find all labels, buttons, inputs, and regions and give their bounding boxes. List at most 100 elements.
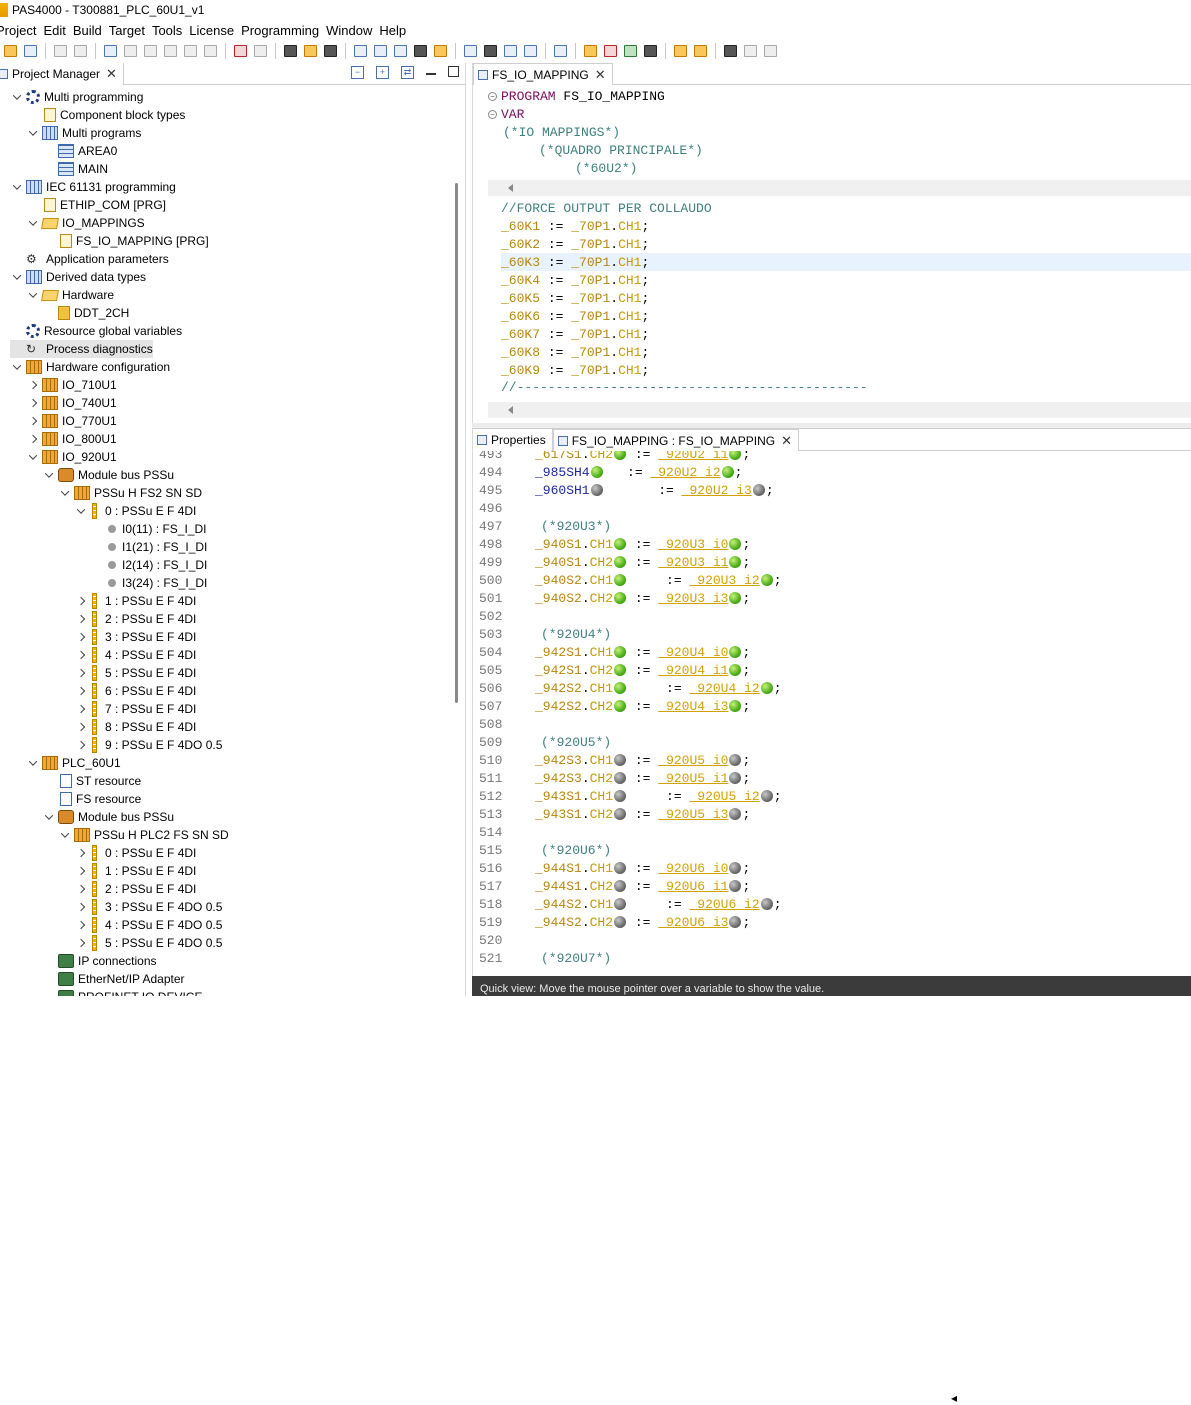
monitor-icon[interactable] xyxy=(482,43,499,59)
tree-item[interactable]: ⚙ Application parameters xyxy=(10,250,169,268)
chevron-down-icon[interactable] xyxy=(74,502,88,520)
connection-icon[interactable] xyxy=(642,43,659,59)
clean-icon[interactable] xyxy=(252,43,269,59)
chevron-right-icon[interactable] xyxy=(74,664,88,682)
online-assignment-line[interactable]: _942S3.CH2 := _920U5_i1; xyxy=(535,771,750,786)
tree-item[interactable]: 6 : PSSu E F 4DI xyxy=(74,682,196,700)
editor-hscroll[interactable] xyxy=(488,402,1191,418)
chevron-right-icon[interactable] xyxy=(74,592,88,610)
assignment-line[interactable]: _60K2 := _70P1.CH1; xyxy=(501,236,649,254)
online-assignment-line[interactable]: _944S1.CH2 := _920U6_i1; xyxy=(535,879,750,894)
minimize-icon[interactable] xyxy=(426,66,436,75)
comment-line[interactable]: (*IO MAPPINGS*) xyxy=(503,124,620,142)
tree-item[interactable]: 0 : PSSu E F 4DI xyxy=(74,844,196,862)
assignment-line[interactable]: _60K8 := _70P1.CH1; xyxy=(501,344,649,362)
chevron-down-icon[interactable] xyxy=(26,286,40,304)
redo-icon[interactable] xyxy=(202,43,219,59)
chevron-down-icon[interactable] xyxy=(10,88,24,106)
menu-license[interactable]: License xyxy=(189,23,241,38)
tree-item[interactable]: Derived data types xyxy=(10,268,146,286)
assignment-line[interactable]: _60K7 := _70P1.CH1; xyxy=(501,326,649,344)
menu-edit[interactable]: Edit xyxy=(43,23,72,38)
tree-item[interactable]: I0(11) : FS_I_DI xyxy=(90,520,206,538)
assignment-line[interactable]: _60K9 := _70P1.CH1; xyxy=(501,362,649,380)
chevron-right-icon[interactable] xyxy=(74,682,88,700)
menu-project[interactable]: Project xyxy=(0,23,43,38)
tree-item[interactable]: 9 : PSSu E F 4DO 0.5 xyxy=(74,736,222,754)
tree-item[interactable]: PLC_60U1 xyxy=(26,754,121,772)
copy-icon[interactable] xyxy=(142,43,159,59)
tree-item[interactable]: 2 : PSSu E F 4DI xyxy=(74,610,196,628)
assignment-line[interactable]: _60K1 := _70P1.CH1; xyxy=(501,218,649,236)
binary-icon[interactable] xyxy=(282,43,299,59)
tree-item[interactable]: IO_770U1 xyxy=(26,412,117,430)
tree-item[interactable]: I3(24) : FS_I_DI xyxy=(90,574,207,592)
collapse-all-icon[interactable]: − xyxy=(351,66,364,79)
comment-line[interactable]: (*60U2*) xyxy=(575,160,637,178)
online-assignment-line[interactable]: _942S2.CH1 := _920U4_i2; xyxy=(535,681,782,696)
chevron-down-icon[interactable] xyxy=(58,484,72,502)
save-all-icon[interactable] xyxy=(72,43,89,59)
comment-line[interactable]: (*920U5*) xyxy=(541,735,611,750)
link-editor-icon[interactable]: ⇄ xyxy=(401,66,414,79)
tree-item[interactable]: Hardware configuration xyxy=(10,358,170,376)
download-icon[interactable] xyxy=(302,43,319,59)
online-assignment-line[interactable]: _940S2.CH2 := _920U3_i3; xyxy=(535,591,750,606)
tree-item[interactable]: Resource global variables xyxy=(10,322,182,340)
var-keyword[interactable]: VAR xyxy=(501,106,524,124)
tree-item[interactable]: Hardware xyxy=(26,286,114,304)
chevron-right-icon[interactable] xyxy=(74,718,88,736)
tree-item[interactable]: 7 : PSSu E F 4DI xyxy=(74,700,196,718)
online-tab[interactable]: FS_IO_MAPPING : FS_IO_MAPPING ✕ xyxy=(552,429,799,451)
menu-help[interactable]: Help xyxy=(379,23,413,38)
menu-tools[interactable]: Tools xyxy=(152,23,189,38)
tree-item[interactable]: 0 : PSSu E F 4DI xyxy=(74,502,196,520)
menu-build[interactable]: Build xyxy=(73,23,109,38)
tree-item[interactable]: I2(14) : FS_I_DI xyxy=(90,556,207,574)
tree-item[interactable]: FS_IO_MAPPING [PRG] xyxy=(42,232,209,250)
comment-line[interactable]: (*QUADRO PRINCIPALE*) xyxy=(539,142,703,160)
variables-icon[interactable] xyxy=(622,43,639,59)
chevron-right-icon[interactable] xyxy=(74,610,88,628)
program-declaration[interactable]: PROGRAM FS_IO_MAPPING xyxy=(501,88,665,106)
tree-item[interactable]: Component block types xyxy=(26,106,185,124)
tree-scrollbar[interactable] xyxy=(455,183,458,703)
tree-item[interactable]: IO_740U1 xyxy=(26,394,117,412)
tree-item[interactable]: IO_710U1 xyxy=(26,376,117,394)
tree-item[interactable]: IP connections xyxy=(42,952,157,970)
tree-item[interactable]: 3 : PSSu E F 4DO 0.5 xyxy=(74,898,222,916)
force-comment[interactable]: //FORCE OUTPUT PER COLLAUDO xyxy=(501,200,712,218)
tree-item[interactable]: 4 : PSSu E F 4DO 0.5 xyxy=(74,916,222,934)
tree-item[interactable]: 2 : PSSu E F 4DI xyxy=(74,880,196,898)
diagnostics-icon[interactable] xyxy=(602,43,619,59)
paste-icon[interactable] xyxy=(162,43,179,59)
chevron-right-icon[interactable] xyxy=(74,736,88,754)
online-assignment-line[interactable]: _944S2.CH1 := _920U6_i2; xyxy=(535,897,782,912)
chevron-down-icon[interactable] xyxy=(26,124,40,142)
tree-item[interactable]: MAIN xyxy=(42,160,108,178)
assignment-line[interactable]: _60K6 := _70P1.CH1; xyxy=(501,308,649,326)
chevron-right-icon[interactable] xyxy=(74,862,88,880)
chevron-down-icon[interactable] xyxy=(10,268,24,286)
tree-item[interactable]: Module bus PSSu xyxy=(42,466,174,484)
chevron-down-icon[interactable] xyxy=(10,178,24,196)
close-icon[interactable]: ✕ xyxy=(595,67,606,83)
tree-item[interactable]: PSSu H FS2 SN SD xyxy=(58,484,202,502)
module-config-icon[interactable] xyxy=(392,43,409,59)
tree-item[interactable]: PROFINET IO DEVICE xyxy=(42,988,202,996)
block-icon[interactable] xyxy=(352,43,369,59)
close-icon[interactable]: ✕ xyxy=(781,433,792,449)
tree-item[interactable]: 1 : PSSu E F 4DI xyxy=(74,862,196,880)
online-assignment-line[interactable]: _942S2.CH2 := _920U4_i3; xyxy=(535,699,750,714)
tree-item[interactable]: AREA0 xyxy=(42,142,117,160)
tree-item[interactable]: FS resource xyxy=(42,790,141,808)
tree-item[interactable]: IO_MAPPINGS xyxy=(26,214,145,232)
tree-item[interactable]: 3 : PSSu E F 4DI xyxy=(74,628,196,646)
undo-icon[interactable] xyxy=(182,43,199,59)
online-assignment-line[interactable]: _940S1.CH2 := _920U3_i1; xyxy=(535,555,750,570)
chevron-right-icon[interactable] xyxy=(74,916,88,934)
edit-icon[interactable] xyxy=(692,43,709,59)
tree-item[interactable]: IO_800U1 xyxy=(26,430,117,448)
chevron-right-icon[interactable] xyxy=(74,700,88,718)
new-project-icon[interactable] xyxy=(2,43,19,59)
